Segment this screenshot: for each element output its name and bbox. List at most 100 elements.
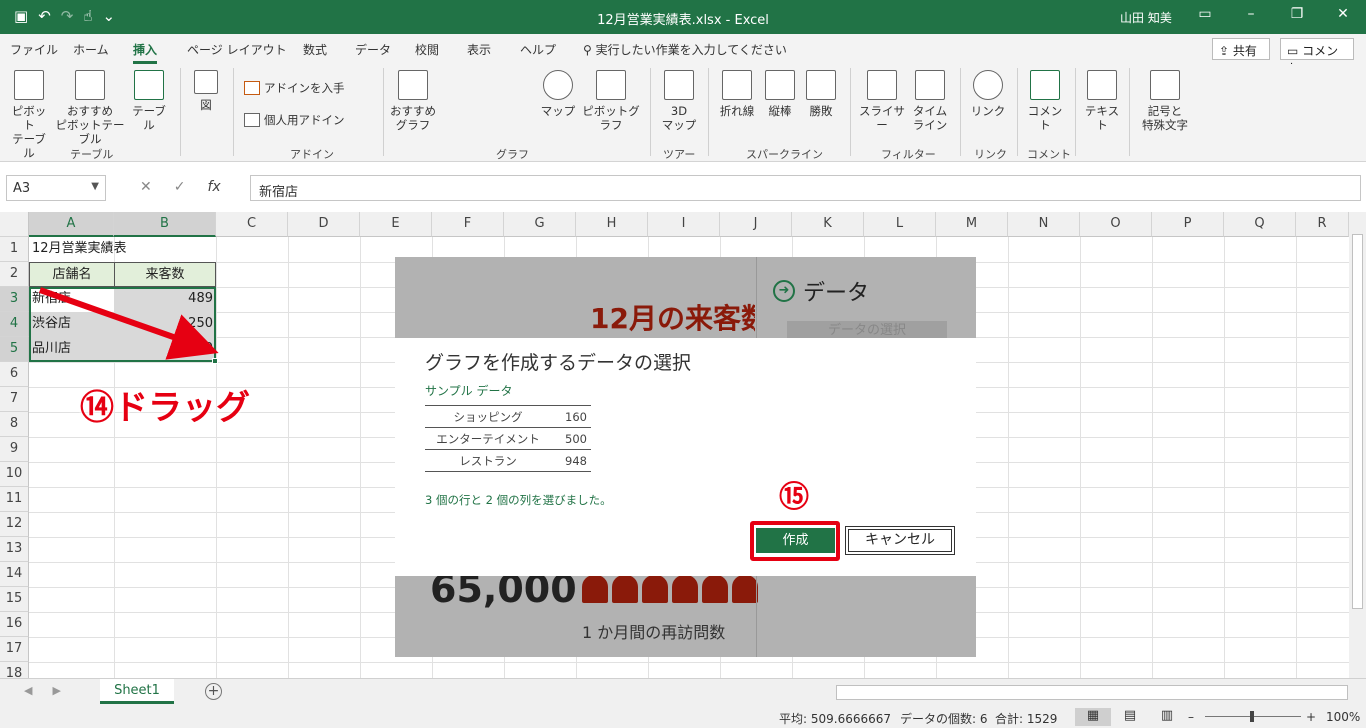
row-header[interactable]: 18 <box>0 662 29 678</box>
scrollbar-thumb[interactable] <box>1352 234 1363 609</box>
link-button[interactable]: リンク <box>968 70 1008 118</box>
row-header[interactable]: 5 <box>0 337 29 362</box>
timeline-button[interactable]: タイム ライン <box>910 70 950 132</box>
cancel-icon[interactable]: ✕ <box>140 179 152 195</box>
cancel-button[interactable]: キャンセル <box>845 526 955 555</box>
column-header[interactable]: O <box>1080 212 1152 237</box>
text-label: テキスト <box>1084 104 1120 132</box>
tab-home[interactable]: ホーム <box>73 41 109 58</box>
cell-b2-header[interactable]: 来客数 <box>114 262 216 287</box>
pivot-chart-button[interactable]: ピボットグラフ <box>580 70 642 132</box>
pivot-table-button[interactable]: ピボット テーブル <box>8 70 50 160</box>
zoom-out-icon[interactable]: – <box>1188 710 1194 724</box>
recommended-charts-button[interactable]: おすすめ グラフ <box>390 70 436 132</box>
insert-function-icon[interactable]: fx <box>207 179 220 195</box>
restore-icon[interactable]: ❐ <box>1282 6 1312 22</box>
column-header[interactable]: F <box>432 212 504 237</box>
row-header[interactable]: 3 <box>0 287 29 312</box>
column-header[interactable]: J <box>720 212 792 237</box>
ribbon-display-icon[interactable]: ▭ <box>1190 6 1220 22</box>
get-addins-button[interactable]: アドインを入手 <box>244 80 345 96</box>
column-header[interactable]: H <box>576 212 648 237</box>
tab-review[interactable]: 校閲 <box>415 41 439 58</box>
recommended-pivot-button[interactable]: おすすめ ピボットテーブル <box>54 70 126 146</box>
prev-sheet-icon[interactable]: ◀ <box>24 684 32 697</box>
symbols-button[interactable]: 記号と 特殊文字 <box>1136 70 1194 132</box>
column-header[interactable]: Q <box>1224 212 1296 237</box>
normal-view-icon[interactable]: ▦ <box>1075 708 1111 726</box>
row-header[interactable]: 8 <box>0 412 29 437</box>
zoom-slider-knob[interactable] <box>1250 711 1254 722</box>
column-header[interactable]: L <box>864 212 936 237</box>
select-all-corner[interactable] <box>0 212 29 237</box>
row-header[interactable]: 10 <box>0 462 29 487</box>
tell-me-search[interactable]: ⚲ 実行したい作業を入力してください <box>583 41 787 58</box>
row-header[interactable]: 16 <box>0 612 29 637</box>
zoom-in-icon[interactable]: + <box>1306 710 1316 724</box>
slicer-button[interactable]: スライサー <box>858 70 906 132</box>
row-header[interactable]: 17 <box>0 637 29 662</box>
maps-button[interactable]: マップ <box>540 70 576 118</box>
table-button[interactable]: テーブル <box>128 70 170 132</box>
column-header[interactable]: E <box>360 212 432 237</box>
row-header[interactable]: 15 <box>0 587 29 612</box>
add-sheet-icon[interactable]: + <box>205 683 222 700</box>
column-header[interactable]: N <box>1008 212 1080 237</box>
illustrations-button[interactable]: 図 <box>190 70 222 112</box>
cell-a2-header[interactable]: 店舗名 <box>29 262 115 287</box>
column-header[interactable]: D <box>288 212 360 237</box>
tab-formulas[interactable]: 数式 <box>303 41 327 58</box>
row-header[interactable]: 4 <box>0 312 29 337</box>
cell-a1-sheet-title[interactable]: 12月営業実績表 <box>29 237 229 262</box>
close-icon[interactable]: ✕ <box>1328 6 1358 22</box>
row-header[interactable]: 14 <box>0 562 29 587</box>
sparkline-winloss-button[interactable]: 勝敗 <box>803 70 839 118</box>
column-header[interactable]: P <box>1152 212 1224 237</box>
row-header[interactable]: 12 <box>0 512 29 537</box>
row-header[interactable]: 13 <box>0 537 29 562</box>
tab-data[interactable]: データ <box>355 41 391 58</box>
new-comment-button[interactable]: コメント <box>1024 70 1066 132</box>
tab-help[interactable]: ヘルプ <box>520 41 556 58</box>
selection-range[interactable] <box>29 287 216 362</box>
row-header[interactable]: 7 <box>0 387 29 412</box>
3d-map-button[interactable]: 3D マップ <box>658 70 700 132</box>
column-header[interactable]: R <box>1296 212 1349 237</box>
column-header[interactable]: K <box>792 212 864 237</box>
text-button[interactable]: テキスト <box>1080 70 1124 132</box>
enter-icon[interactable]: ✓ <box>174 179 186 195</box>
zoom-level[interactable]: 100% <box>1326 710 1360 724</box>
vertical-scrollbar[interactable] <box>1349 212 1366 678</box>
page-break-view-icon[interactable]: ▥ <box>1149 708 1185 726</box>
row-header[interactable]: 9 <box>0 437 29 462</box>
row-header[interactable]: 6 <box>0 362 29 387</box>
row-header[interactable]: 11 <box>0 487 29 512</box>
minimize-icon[interactable]: – <box>1236 6 1266 22</box>
fill-handle[interactable] <box>212 358 218 364</box>
sparkline-column-button[interactable]: 縦棒 <box>762 70 798 118</box>
column-header[interactable]: G <box>504 212 576 237</box>
tab-file[interactable]: ファイル <box>10 41 58 58</box>
my-addins-button[interactable]: 個人用アドイン <box>244 112 345 128</box>
column-header[interactable]: A <box>29 212 114 237</box>
tab-page-layout[interactable]: ページ レイアウト <box>187 41 287 58</box>
page-layout-view-icon[interactable]: ▤ <box>1112 708 1148 726</box>
data-panel-heading[interactable]: ➜ データ <box>773 275 869 307</box>
sheet-tab[interactable]: Sheet1 <box>100 679 174 704</box>
formula-input[interactable]: 新宿店 <box>250 175 1361 201</box>
row-header[interactable]: 2 <box>0 262 29 287</box>
tab-insert[interactable]: 挿入 <box>133 41 158 64</box>
sparkline-line-button[interactable]: 折れ線 <box>716 70 758 118</box>
user-name[interactable]: 山田 知美 <box>1120 9 1172 26</box>
next-sheet-icon[interactable]: ▶ <box>52 684 60 697</box>
column-header[interactable]: I <box>648 212 720 237</box>
name-box[interactable]: A3 ▼ <box>6 175 106 201</box>
row-header[interactable]: 1 <box>0 237 29 262</box>
comments-button[interactable]: ▭ コメント <box>1280 38 1354 75</box>
column-header[interactable]: M <box>936 212 1008 237</box>
share-button[interactable]: ⇪ 共有 <box>1212 38 1270 60</box>
column-header[interactable]: C <box>216 212 288 237</box>
horizontal-scrollbar[interactable] <box>836 685 1348 700</box>
column-header[interactable]: B <box>114 212 216 237</box>
tab-view[interactable]: 表示 <box>467 41 491 58</box>
